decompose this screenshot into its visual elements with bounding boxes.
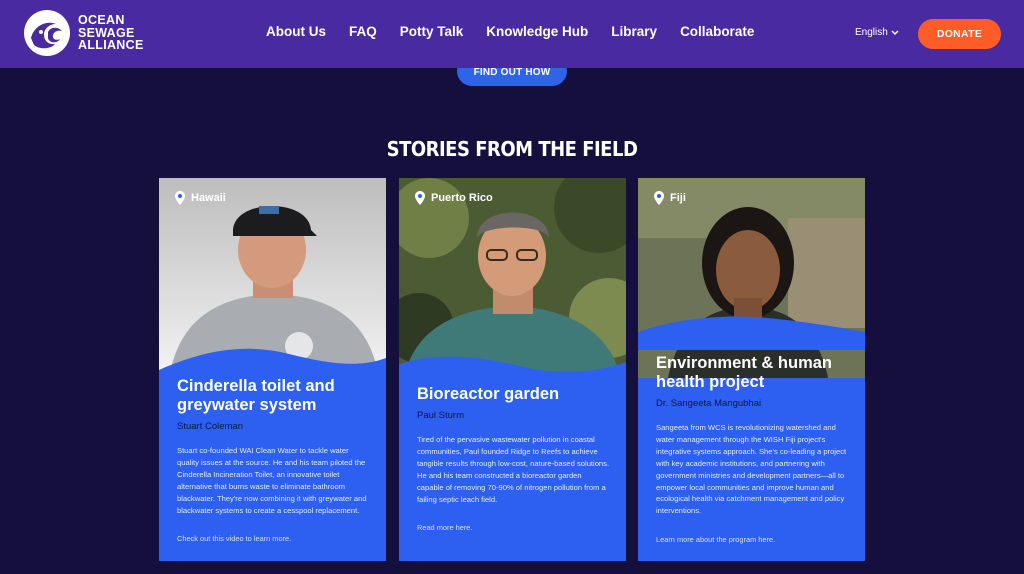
site-logo[interactable]: OCEAN SEWAGE ALLIANCE (22, 8, 144, 58)
card-person: Stuart Coleman (177, 421, 244, 432)
card-person: Paul Sturm (417, 410, 464, 421)
section-title: STORIES FROM THE FIELD (386, 137, 638, 161)
donate-button[interactable]: DONATE (918, 19, 1001, 49)
card-description: Sangeeta from WCS is revolutionizing wat… (656, 423, 847, 516)
logo-wordmark: OCEAN SEWAGE ALLIANCE (78, 14, 144, 52)
map-pin-icon (415, 191, 425, 205)
nav-faq[interactable]: FAQ (349, 24, 377, 39)
card-title: Cinderella toilet and greywater system (177, 377, 335, 414)
logo-line-1: OCEAN (78, 13, 125, 28)
story-card-fiji[interactable]: Fiji Environment & human health project … (638, 178, 865, 561)
location-tag: Puerto Rico (415, 191, 493, 205)
location-tag: Fiji (654, 191, 686, 205)
card-person: Dr. Sangeeta Mangubhai (656, 398, 762, 409)
card-body: Bioreactor garden Paul Sturm Tired of th… (417, 385, 610, 535)
nav-library[interactable]: Library (611, 24, 657, 39)
location-tag: Hawaii (175, 191, 226, 205)
location-label: Fiji (670, 192, 686, 204)
card-body: Cinderella toilet and greywater system S… (177, 377, 370, 546)
language-selector[interactable]: English (855, 27, 899, 38)
card-description: Stuart co-founded WAI Clean Water to tac… (177, 446, 367, 515)
card-title: Bioreactor garden (417, 385, 560, 403)
site-header: OCEAN SEWAGE ALLIANCE About Us FAQ Potty… (0, 0, 1024, 68)
card-link[interactable]: Learn more about the program here. (656, 535, 775, 544)
card-wave (638, 316, 865, 350)
map-pin-icon (654, 191, 664, 205)
nav-collaborate[interactable]: Collaborate (680, 24, 754, 39)
main-nav: About Us FAQ Potty Talk Knowledge Hub Li… (266, 24, 777, 39)
story-card-puerto-rico[interactable]: Puerto Rico Bioreactor garden Paul Sturm… (399, 178, 626, 561)
card-description: Tired of the pervasive wastewater pollut… (417, 435, 610, 504)
language-label: English (855, 27, 888, 38)
logo-wave-icon (24, 10, 70, 56)
card-wave (159, 348, 386, 380)
card-title: Environment & human health project (656, 354, 833, 391)
location-label: Hawaii (191, 192, 226, 204)
map-pin-icon (175, 191, 185, 205)
location-label: Puerto Rico (431, 192, 493, 204)
nav-about-us[interactable]: About Us (266, 24, 326, 39)
card-wave (399, 356, 626, 386)
logo-line-3: ALLIANCE (78, 38, 144, 53)
nav-knowledge-hub[interactable]: Knowledge Hub (486, 24, 588, 39)
story-card-hawaii[interactable]: Hawaii Cinderella toilet and greywater s… (159, 178, 386, 561)
card-link[interactable]: Check out this video to learn more. (177, 534, 291, 543)
card-link[interactable]: Read more here. (417, 523, 472, 532)
nav-potty-talk[interactable]: Potty Talk (400, 24, 464, 39)
chevron-down-icon (891, 29, 899, 35)
card-body: Environment & human health project Dr. S… (656, 354, 849, 547)
